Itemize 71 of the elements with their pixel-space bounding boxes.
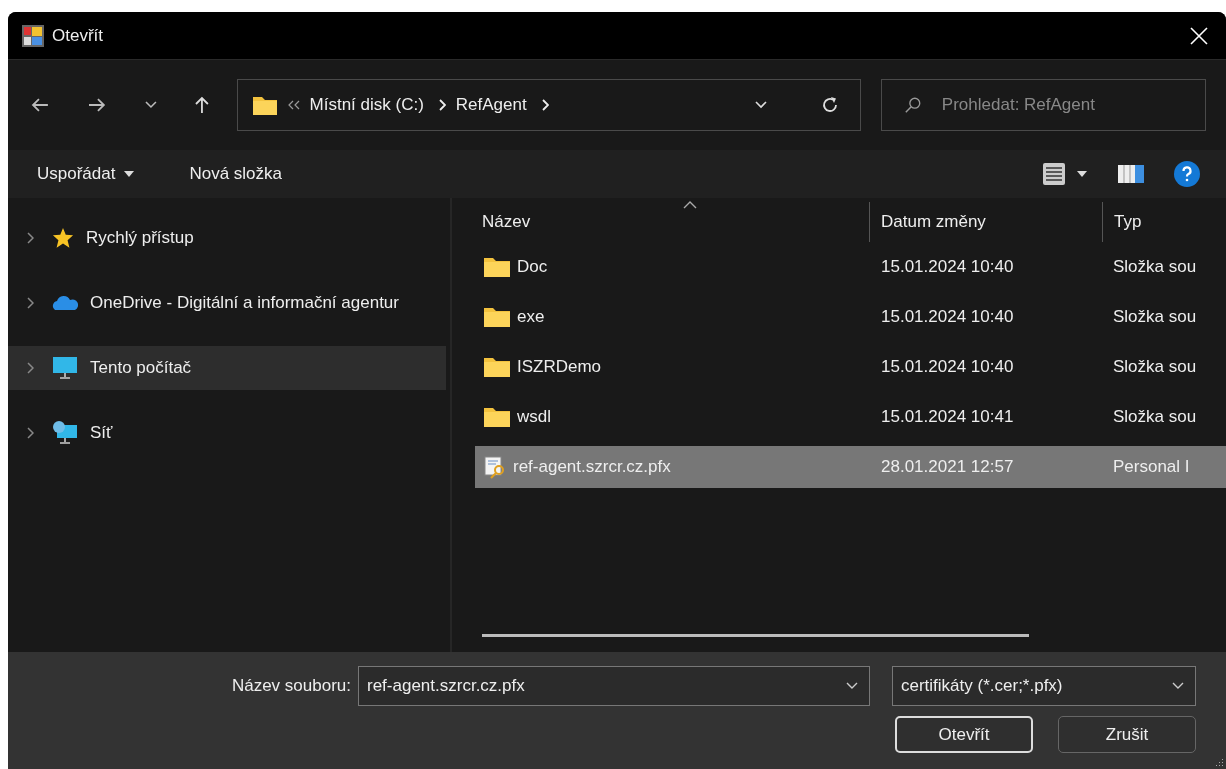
scrollbar-thumb[interactable] (482, 634, 1029, 637)
chevron-right-icon[interactable] (437, 99, 446, 111)
chevron-down-icon[interactable] (753, 100, 768, 110)
type-cell-text: Složka sou (1112, 257, 1197, 277)
type-cell-text: Složka sou (1112, 357, 1197, 377)
date-cell-text: 28.01.2021 12:57 (880, 457, 1015, 477)
folder-icon (483, 306, 511, 328)
file-row[interactable]: ref-agent.szrcr.cz.pfx 28.01.2021 12:57 Personal I (475, 446, 1226, 488)
organize-menu-button[interactable]: Uspořádat (30, 158, 143, 190)
new-folder-button[interactable]: Nová složka (182, 158, 290, 190)
certificate-icon (483, 455, 507, 479)
folder-icon (483, 356, 511, 378)
close-icon[interactable] (1190, 26, 1208, 45)
expand-chevron-icon[interactable] (26, 297, 34, 309)
file-name: ref-agent.szrcr.cz.pfx (513, 457, 671, 477)
column-header[interactable]: Název (457, 202, 869, 242)
dropdown-caret-icon (123, 170, 136, 178)
date-cell-text: 15.01.2024 10:40 (880, 257, 1015, 277)
file-name: exe (517, 307, 545, 327)
column-header[interactable]: Typ (1102, 202, 1142, 242)
file-row[interactable]: ISZRDemo 15.01.2024 10:40 Složka sou (475, 346, 1226, 388)
sidebar-item[interactable]: Tento počítač (8, 346, 446, 390)
preview-pane-icon[interactable] (1118, 165, 1144, 183)
chevron-right-icon[interactable] (540, 99, 549, 111)
address-bar[interactable]: Místní disk (C:) RefAgent (236, 79, 861, 131)
sidebar-item[interactable]: Síť (8, 411, 446, 455)
file-row[interactable]: wsdl 15.01.2024 10:41 Složka sou (475, 396, 1226, 438)
field-label: Název souboru: (230, 676, 351, 696)
column-header[interactable]: Datum změny (869, 202, 1102, 242)
app-icon (22, 24, 44, 47)
sidebar-item[interactable]: Rychlý přístup (8, 216, 446, 260)
forward-arrow-icon[interactable] (86, 95, 107, 115)
file-type-dropdown[interactable]: certifikáty (*.cer;*.pfx) (892, 666, 1196, 706)
folder-icon (483, 406, 511, 428)
sidebar-item[interactable]: OneDrive - Digitální a informační agentur (8, 281, 446, 325)
chevron-down-icon[interactable] (143, 100, 158, 110)
expand-chevron-icon[interactable] (26, 232, 34, 244)
date-cell-text: 15.01.2024 10:40 (880, 357, 1015, 377)
help-icon[interactable] (1174, 161, 1200, 187)
star-icon (52, 227, 74, 249)
file-row[interactable]: Doc 15.01.2024 10:40 Složka sou (475, 246, 1226, 288)
expand-chevron-icon[interactable] (26, 362, 34, 374)
date-cell-text: 15.01.2024 10:40 (880, 307, 1015, 327)
breadcrumb[interactable]: Místní disk (C:) (309, 95, 424, 115)
open-button[interactable]: Otevřít (895, 716, 1033, 753)
file-name: wsdl (517, 407, 551, 427)
chevron-down-icon[interactable] (845, 681, 859, 691)
folder-icon (483, 256, 511, 278)
network-icon (52, 421, 78, 445)
double-chevron-icon (287, 100, 300, 110)
type-cell-text: Složka sou (1112, 307, 1197, 327)
cancel-button[interactable]: Zrušit (1058, 716, 1196, 753)
date-cell-text: 15.01.2024 10:41 (880, 407, 1015, 427)
filename-field[interactable]: ref-agent.szrcr.cz.pfx (358, 666, 870, 706)
file-row[interactable]: exe 15.01.2024 10:40 Složka sou (475, 296, 1226, 338)
folder-icon (251, 94, 278, 116)
file-name: ISZRDemo (517, 357, 602, 377)
type-cell-text: Složka sou (1112, 407, 1197, 427)
list-view-icon[interactable] (1042, 162, 1066, 186)
file-name: Doc (517, 257, 548, 277)
breadcrumb[interactable]: RefAgent (455, 95, 527, 115)
cloud-icon (52, 295, 78, 311)
monitor-icon (52, 356, 78, 380)
search-field[interactable]: Prohledat: RefAgent (880, 79, 1206, 131)
search-icon (903, 96, 922, 114)
expand-chevron-icon[interactable] (26, 427, 34, 439)
window-title: Otevřít (52, 25, 103, 46)
resize-grip-icon[interactable] (1214, 757, 1224, 767)
dropdown-caret-icon[interactable] (1076, 170, 1088, 178)
type-cell-text: Personal I (1112, 457, 1190, 477)
chevron-down-icon[interactable] (1171, 681, 1185, 691)
